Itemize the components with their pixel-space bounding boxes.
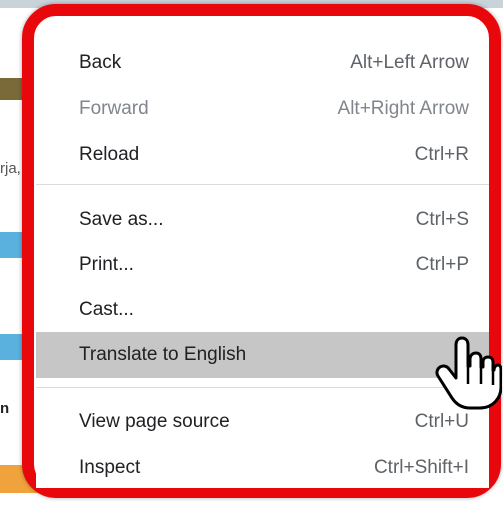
menu-item-forward[interactable]: Forward Alt+Right Arrow [36,86,489,132]
menu-item-shortcut: Ctrl+R [414,144,469,165]
menu-item-label: Translate to English [79,344,247,365]
menu-item-view-source[interactable]: View page source Ctrl+U [36,399,489,445]
menu-item-cast[interactable]: Cast... [36,287,489,333]
menu-item-label: Print... [79,254,134,275]
menu-item-shortcut: Ctrl+S [415,209,469,230]
menu-item-save-as[interactable]: Save as... Ctrl+S [36,197,489,243]
menu-item-translate[interactable]: Translate to English [36,332,489,378]
menu-item-shortcut: Ctrl+U [414,411,469,432]
background-partial-letter: n [0,400,10,417]
context-menu: Back Alt+Left Arrow Forward Alt+Right Ar… [36,38,489,488]
menu-item-label: Back [79,52,122,73]
menu-item-shortcut: Alt+Left Arrow [350,52,469,73]
menu-item-label: Cast... [79,299,134,320]
menu-separator [36,387,489,388]
menu-separator [36,184,489,185]
menu-item-label: Inspect [79,457,141,478]
background-partial-text: rja, [0,160,21,177]
menu-item-inspect[interactable]: Inspect Ctrl+Shift+I [36,445,489,491]
menu-item-print[interactable]: Print... Ctrl+P [36,242,489,288]
menu-item-label: Forward [79,98,149,119]
menu-item-reload[interactable]: Reload Ctrl+R [36,132,489,178]
menu-item-shortcut: Alt+Right Arrow [337,98,469,119]
menu-item-back[interactable]: Back Alt+Left Arrow [36,40,489,86]
menu-item-shortcut: Ctrl+Shift+I [373,457,469,478]
menu-item-label: View page source [79,411,230,432]
menu-item-label: Reload [79,144,140,165]
hand-pointer-icon [435,336,502,410]
menu-item-label: Save as... [79,209,164,230]
menu-item-shortcut: Ctrl+P [415,254,469,275]
